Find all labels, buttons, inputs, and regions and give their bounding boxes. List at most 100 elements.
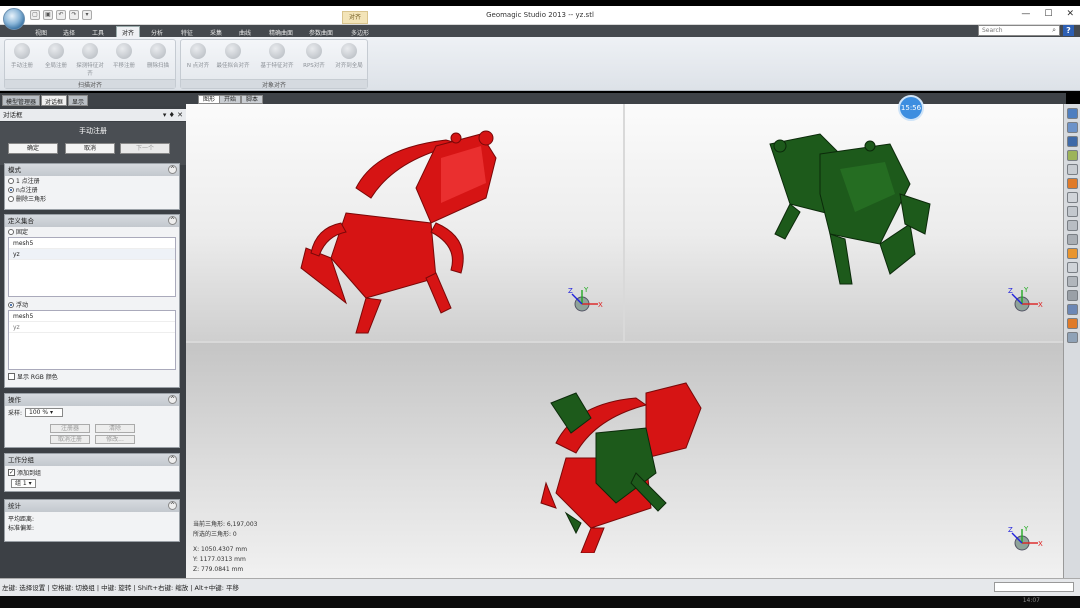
- view-iso-icon[interactable]: [1067, 150, 1078, 161]
- rps-align-button[interactable]: RPS对齐: [299, 43, 329, 69]
- global-registration-button[interactable]: 全局注册: [41, 43, 71, 69]
- tab-graphics[interactable]: 图形: [198, 95, 221, 104]
- application-menu-button[interactable]: [3, 8, 25, 30]
- tab-dialog[interactable]: 对话框: [41, 95, 68, 106]
- collapse-icon[interactable]: ^: [168, 501, 177, 510]
- maximize-button[interactable]: ☐: [1044, 9, 1052, 19]
- settings-icon[interactable]: [1067, 332, 1078, 343]
- list-item[interactable]: yz: [9, 249, 175, 260]
- cancel-button[interactable]: 取消: [65, 143, 115, 154]
- panel-title: 对话框 ▾ ♦ ✕: [0, 109, 186, 121]
- unregister-button[interactable]: 取消注册: [50, 435, 90, 444]
- list-item[interactable]: mesh5: [9, 238, 175, 249]
- window-title: Geomagic Studio 2013 -- yz.stl: [486, 11, 594, 19]
- status-bar: 左键: 选择设置 | 空格键: 切换组 | 中键: 旋转 | Shift+右键:…: [0, 578, 1080, 596]
- list-item[interactable]: yz: [9, 322, 175, 333]
- panel-title-controls[interactable]: ▾ ♦ ✕: [163, 109, 183, 121]
- svg-text:Z: Z: [568, 287, 573, 295]
- clear-button[interactable]: 清除: [95, 424, 135, 433]
- work-group-header[interactable]: 工作分组 ^: [5, 454, 179, 466]
- close-button[interactable]: ✕: [1066, 9, 1074, 19]
- view-front-icon[interactable]: [1067, 108, 1078, 119]
- sampling-select[interactable]: 100 % ▾: [25, 408, 64, 417]
- fixed-view-pane[interactable]: X Y Z: [186, 104, 623, 341]
- floating-option[interactable]: 浮动: [5, 300, 179, 309]
- floating-list[interactable]: mesh5 yz: [8, 310, 176, 370]
- fixed-model-red[interactable]: [286, 128, 516, 338]
- section-icon[interactable]: [1067, 262, 1078, 273]
- register-button[interactable]: 注册器: [50, 424, 90, 433]
- search-input[interactable]: Search: [978, 25, 1060, 36]
- feature-based-align-button[interactable]: 基于特征对齐: [257, 43, 297, 69]
- next-button[interactable]: 下一个: [120, 143, 170, 154]
- add-to-group-option[interactable]: ✓ 添加到组: [5, 468, 179, 477]
- floating-model-green[interactable]: [760, 124, 940, 299]
- clip-icon[interactable]: [1067, 290, 1078, 301]
- help-button[interactable]: ?: [1063, 25, 1074, 36]
- panel-tab-bar: 模型管理器 对话框 显示: [0, 93, 186, 106]
- translate-registration-button[interactable]: 平移注册: [109, 43, 139, 69]
- zoom-icon[interactable]: [1067, 164, 1078, 175]
- search-icon[interactable]: ⌕: [1052, 26, 1056, 35]
- mode-option-1-point[interactable]: 1 点注册: [5, 176, 179, 185]
- ok-button[interactable]: 确定: [8, 143, 58, 154]
- mode-section-header[interactable]: 模式 ^: [5, 164, 179, 176]
- collapse-icon[interactable]: ^: [168, 395, 177, 404]
- color-icon[interactable]: [1067, 178, 1078, 189]
- best-fit-align-button[interactable]: 最佳拟合对齐: [211, 43, 255, 69]
- collapse-icon[interactable]: ^: [168, 165, 177, 174]
- n-point-align-button[interactable]: N 点对齐: [183, 43, 213, 69]
- minimize-button[interactable]: —: [1021, 9, 1030, 19]
- tab-align[interactable]: 对齐: [116, 26, 141, 37]
- align-to-global-button[interactable]: 对齐到全局: [331, 43, 367, 69]
- manual-registration-button[interactable]: 手动注册: [7, 43, 37, 69]
- combined-view-pane[interactable]: 当前三角形: 6,197,003 所选的三角形: 0 X: 1050.4307 …: [186, 343, 1063, 578]
- group-select[interactable]: 组 1 ▾: [11, 479, 36, 488]
- modify-button[interactable]: 修改...: [95, 435, 135, 444]
- render-icon[interactable]: [1067, 192, 1078, 203]
- selected-triangles: 所选的三角形: 0: [193, 531, 237, 538]
- view-top-icon[interactable]: [1067, 122, 1078, 133]
- view-side-icon[interactable]: [1067, 136, 1078, 147]
- list-item[interactable]: mesh5: [9, 311, 175, 322]
- tab-display[interactable]: 显示: [68, 95, 89, 106]
- lasso-icon[interactable]: [1067, 234, 1078, 245]
- collapse-icon[interactable]: ^: [168, 216, 177, 225]
- define-set-header[interactable]: 定义集合 ^: [5, 215, 179, 227]
- combined-models[interactable]: [536, 373, 716, 553]
- dialog-panel: 对话框 ▾ ♦ ✕ 手动注册 确定 取消 下一个 模式 ^ 1 点注册 n点注册 …: [0, 106, 186, 578]
- statistics-header[interactable]: 统计 ^: [5, 500, 179, 512]
- fit-view-icon[interactable]: [1067, 206, 1078, 217]
- show-rgb-option[interactable]: 显示 RGB 颜色: [5, 372, 179, 381]
- fixed-list[interactable]: mesh5 yz: [8, 237, 176, 297]
- operation-header[interactable]: 操作 ^: [5, 394, 179, 406]
- delete-scan-icon: [150, 43, 166, 59]
- light-icon[interactable]: [1067, 248, 1078, 259]
- align-to-global-icon: [341, 43, 357, 59]
- mode-option-n-point[interactable]: n点注册: [5, 185, 179, 194]
- svg-text:X: X: [598, 301, 603, 309]
- measure-icon[interactable]: [1067, 276, 1078, 287]
- probe-feature-align-button[interactable]: 探测特征对齐: [75, 43, 105, 77]
- tab-start[interactable]: 开始: [219, 95, 242, 104]
- selection-icon[interactable]: [1067, 220, 1078, 231]
- tab-model-manager[interactable]: 模型管理器: [2, 95, 41, 106]
- delete-scan-button[interactable]: 删除扫描: [143, 43, 173, 69]
- layers-icon[interactable]: [1067, 304, 1078, 315]
- collapse-icon[interactable]: ^: [168, 455, 177, 464]
- global-registration-icon: [48, 43, 64, 59]
- view-toolbar: [1063, 104, 1080, 578]
- graphics-viewport[interactable]: X Y Z X Y Z 当前三角形: 6,197,003 所选的三角形: 0 X…: [186, 104, 1063, 578]
- fixed-option[interactable]: 固定: [5, 227, 179, 236]
- checkbox-icon[interactable]: [8, 373, 15, 380]
- probe-feature-icon: [82, 43, 98, 59]
- status-progress-bar: [994, 582, 1074, 592]
- define-set-section: 定义集合 ^ 固定 mesh5 yz 浮动 mesh5 yz 显示 RGB 颜色: [4, 214, 180, 388]
- texture-icon[interactable]: [1067, 318, 1078, 329]
- avg-distance-label: 平均距离:: [8, 516, 35, 523]
- checkbox-checked-icon[interactable]: ✓: [8, 469, 15, 476]
- feature-based-align-icon: [269, 43, 285, 59]
- tab-script[interactable]: 脚本: [241, 95, 264, 104]
- floating-view-pane[interactable]: X Y Z: [625, 104, 1063, 341]
- mode-option-delete-triangles[interactable]: 删除三角形: [5, 194, 179, 203]
